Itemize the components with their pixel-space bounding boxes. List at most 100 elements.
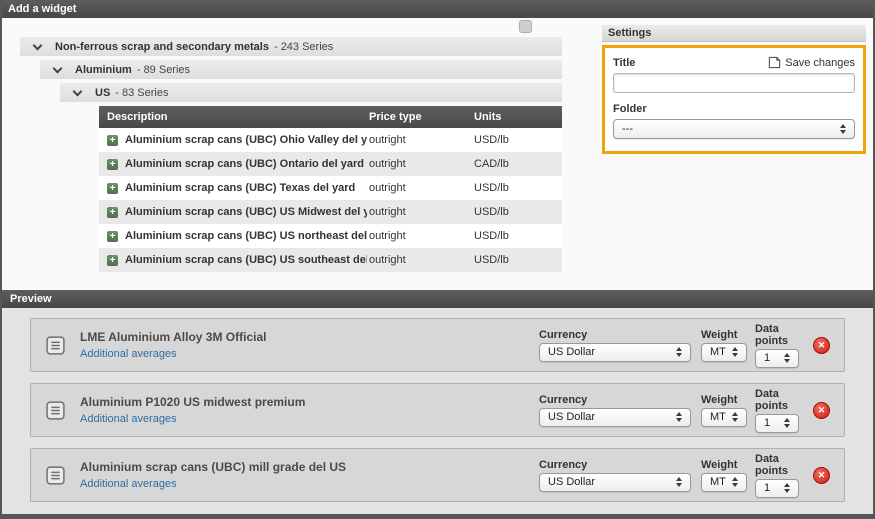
save-icon bbox=[768, 56, 781, 69]
series-price-type: outright bbox=[367, 230, 472, 242]
select-stepper-icon bbox=[672, 412, 686, 422]
remove-series-button[interactable]: ✕ bbox=[813, 467, 830, 484]
save-changes-button[interactable]: Save changes bbox=[768, 56, 855, 69]
data-points-label: Data points bbox=[755, 323, 799, 347]
add-series-icon[interactable]: + bbox=[107, 183, 118, 194]
weight-select-value: MT bbox=[710, 476, 728, 488]
title-label: Title bbox=[613, 57, 635, 69]
title-input[interactable] bbox=[613, 73, 855, 93]
select-stepper-icon bbox=[780, 353, 794, 363]
preview-header: Preview bbox=[2, 290, 873, 308]
series-description: Aluminium scrap cans (UBC) US Midwest de… bbox=[125, 206, 367, 218]
weight-select[interactable]: MT bbox=[701, 408, 747, 427]
select-stepper-icon bbox=[728, 412, 742, 422]
table-row: + Aluminium scrap cans (UBC) US Midwest … bbox=[99, 200, 562, 224]
chevron-down-icon[interactable] bbox=[73, 86, 83, 96]
settings-header: Settings bbox=[602, 25, 866, 42]
series-price-type: outright bbox=[367, 158, 472, 170]
tree-node-nonferrous[interactable]: Non-ferrous scrap and secondary metals -… bbox=[20, 37, 562, 56]
currency-label: Currency bbox=[539, 394, 691, 406]
series-units: USD/lb bbox=[472, 182, 562, 194]
table-row: + Aluminium scrap cans (UBC) Ontario del… bbox=[99, 152, 562, 176]
tree-node-series-count: - 83 Series bbox=[115, 87, 168, 99]
series-document-icon bbox=[45, 465, 66, 486]
preview-area: LME Aluminium Alloy 3M Official Addition… bbox=[2, 308, 873, 514]
preview-card: Aluminium P1020 US midwest premium Addit… bbox=[30, 383, 845, 437]
currency-select[interactable]: US Dollar bbox=[539, 343, 691, 362]
folder-select-value: --- bbox=[622, 123, 836, 135]
settings-panel: Settings Title Save changes Folder --- bbox=[602, 25, 866, 154]
table-row: + Aluminium scrap cans (UBC) Ohio Valley… bbox=[99, 128, 562, 152]
select-stepper-icon bbox=[672, 347, 686, 357]
data-points-select-value: 1 bbox=[764, 482, 780, 494]
data-points-select[interactable]: 1 bbox=[755, 479, 799, 498]
select-stepper-icon bbox=[728, 477, 742, 487]
settings-highlight-box: Title Save changes Folder --- bbox=[602, 45, 866, 154]
additional-averages-link[interactable]: Additional averages bbox=[80, 478, 346, 490]
add-series-icon[interactable]: + bbox=[107, 255, 118, 266]
chevron-down-icon[interactable] bbox=[33, 40, 43, 50]
table-row: + Aluminium scrap cans (UBC) US northeas… bbox=[99, 224, 562, 248]
series-browser: Non-ferrous scrap and secondary metals -… bbox=[20, 37, 562, 272]
data-points-select[interactable]: 1 bbox=[755, 414, 799, 433]
series-table: Description Price type Units + Aluminium… bbox=[99, 106, 562, 272]
currency-select-value: US Dollar bbox=[548, 476, 672, 488]
column-header-price-type: Price type bbox=[367, 111, 472, 123]
chevron-down-icon[interactable] bbox=[53, 63, 63, 73]
series-description: Aluminium scrap cans (UBC) US northeast … bbox=[125, 230, 367, 242]
weight-label: Weight bbox=[701, 329, 747, 341]
select-stepper-icon bbox=[780, 483, 794, 493]
tree-node-label: US bbox=[95, 87, 110, 99]
currency-select-value: US Dollar bbox=[548, 411, 672, 423]
weight-label: Weight bbox=[701, 394, 747, 406]
add-series-icon[interactable]: + bbox=[107, 159, 118, 170]
folder-label: Folder bbox=[613, 103, 855, 115]
remove-series-button[interactable]: ✕ bbox=[813, 402, 830, 419]
data-points-label: Data points bbox=[755, 388, 799, 412]
series-document-icon bbox=[45, 400, 66, 421]
select-stepper-icon bbox=[728, 347, 742, 357]
add-series-icon[interactable]: + bbox=[107, 135, 118, 146]
additional-averages-link[interactable]: Additional averages bbox=[80, 348, 266, 360]
table-header: Description Price type Units bbox=[99, 106, 562, 128]
currency-select[interactable]: US Dollar bbox=[539, 408, 691, 427]
currency-select[interactable]: US Dollar bbox=[539, 473, 691, 492]
weight-select[interactable]: MT bbox=[701, 473, 747, 492]
tree-node-us[interactable]: US - 83 Series bbox=[60, 83, 562, 102]
add-widget-dialog: Add a widget Non-ferrous scrap and secon… bbox=[0, 0, 875, 519]
add-series-icon[interactable]: + bbox=[107, 207, 118, 218]
series-units: USD/lb bbox=[472, 230, 562, 242]
data-points-select[interactable]: 1 bbox=[755, 349, 799, 368]
series-description: Aluminium scrap cans (UBC) Ohio Valley d… bbox=[125, 134, 367, 146]
series-units: CAD/lb bbox=[472, 158, 562, 170]
series-units: USD/lb bbox=[472, 134, 562, 146]
card-title: Aluminium P1020 US midwest premium bbox=[80, 395, 305, 409]
select-stepper-icon bbox=[780, 418, 794, 428]
column-header-units: Units bbox=[472, 111, 562, 123]
data-points-select-value: 1 bbox=[764, 417, 780, 429]
series-document-icon bbox=[45, 335, 66, 356]
tree-node-label: Aluminium bbox=[75, 64, 132, 76]
weight-select[interactable]: MT bbox=[701, 343, 747, 362]
tree-node-label: Non-ferrous scrap and secondary metals bbox=[55, 41, 269, 53]
data-points-select-value: 1 bbox=[764, 352, 780, 364]
dialog-title: Add a widget bbox=[2, 0, 873, 18]
remove-series-button[interactable]: ✕ bbox=[813, 337, 830, 354]
add-series-icon[interactable]: + bbox=[107, 231, 118, 242]
weight-select-value: MT bbox=[710, 411, 728, 423]
series-units: USD/lb bbox=[472, 254, 562, 266]
folder-select[interactable]: --- bbox=[613, 119, 855, 139]
column-header-description: Description bbox=[99, 111, 367, 123]
additional-averages-link[interactable]: Additional averages bbox=[80, 413, 305, 425]
preview-card: LME Aluminium Alloy 3M Official Addition… bbox=[30, 318, 845, 372]
save-changes-label: Save changes bbox=[785, 57, 855, 69]
series-description: Aluminium scrap cans (UBC) US southeast … bbox=[125, 254, 367, 266]
scrollbar-thumb[interactable] bbox=[519, 20, 532, 33]
currency-label: Currency bbox=[539, 459, 691, 471]
series-units: USD/lb bbox=[472, 206, 562, 218]
select-stepper-icon bbox=[836, 124, 850, 134]
weight-label: Weight bbox=[701, 459, 747, 471]
table-row: + Aluminium scrap cans (UBC) US southeas… bbox=[99, 248, 562, 272]
tree-node-aluminium[interactable]: Aluminium - 89 Series bbox=[40, 60, 562, 79]
series-price-type: outright bbox=[367, 134, 472, 146]
